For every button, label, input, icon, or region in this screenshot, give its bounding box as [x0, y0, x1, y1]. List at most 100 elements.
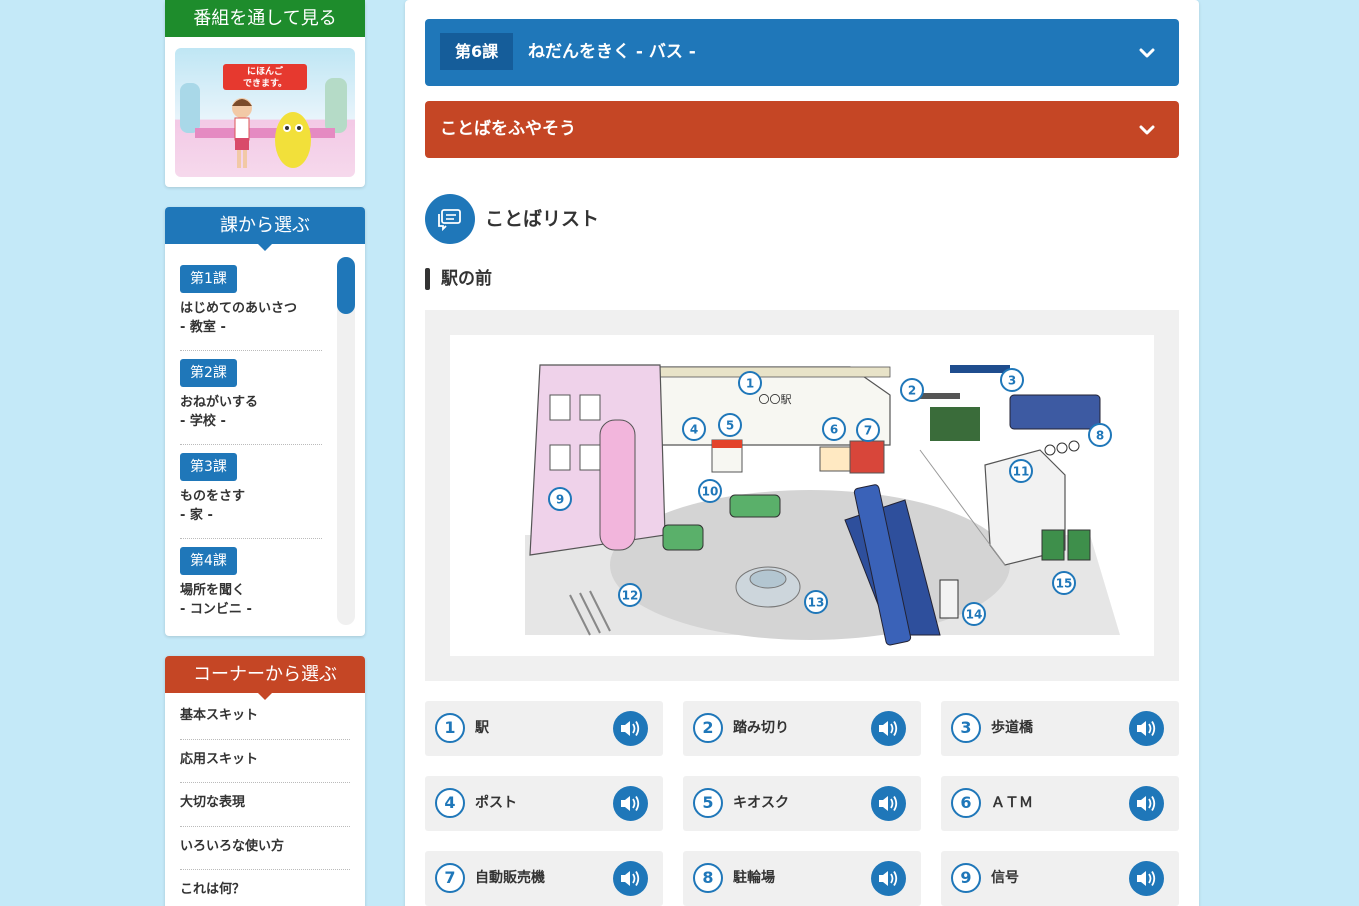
lesson-item-4[interactable]: 第4課 場所を聞く - コンビニ -	[180, 539, 322, 627]
station-illustration: 〇〇駅 1 2 3 4 5 6 7 8 9 10 11 12 13 14 15	[450, 335, 1154, 656]
word-number: 1	[435, 713, 465, 743]
speaker-icon[interactable]	[871, 786, 906, 821]
corner-list: 基本スキット 応用スキット 大切な表現 いろいろな使い方 これは何？	[180, 696, 350, 906]
words-accordion-title: ことばをふやそう	[440, 119, 576, 139]
word-label: ポスト	[475, 795, 517, 811]
svg-text:11: 11	[1013, 465, 1030, 479]
illustration-marker: 7	[856, 418, 880, 442]
svg-text:6: 6	[830, 423, 838, 437]
lesson-badge: 第1課	[180, 265, 237, 293]
speech-bubble-icon	[425, 194, 475, 244]
svg-text:9: 9	[556, 493, 564, 507]
lesson-title: はじめてのあいさつ	[180, 301, 298, 316]
lessons-card: 課から選ぶ 第1課 はじめてのあいさつ - 教室 - 第2課 おねがいする - …	[165, 207, 365, 636]
word-number: 4	[435, 788, 465, 818]
lessons-heading: 課から選ぶ	[165, 207, 365, 251]
illustration-marker: 14	[962, 602, 986, 626]
illustration-marker: 6	[822, 417, 846, 441]
lesson-item-1[interactable]: 第1課 はじめてのあいさつ - 教室 -	[180, 257, 322, 351]
scrollbar-thumb[interactable]	[337, 257, 355, 314]
svg-text:10: 10	[702, 485, 719, 499]
corner-item-basic-skit[interactable]: 基本スキット	[180, 696, 350, 740]
svg-text:12: 12	[622, 589, 639, 603]
corner-item-what-is-this[interactable]: これは何？	[180, 870, 350, 906]
svg-text:3: 3	[1008, 374, 1016, 388]
lesson-sub: - 教室 -	[180, 320, 226, 335]
scene-title: 駅の前	[441, 269, 492, 289]
word-card: 1 駅	[425, 701, 663, 756]
illustration-marker: 13	[804, 590, 828, 614]
word-card: 3 歩道橋	[941, 701, 1179, 756]
speaker-icon[interactable]	[871, 861, 906, 896]
word-number: 7	[435, 863, 465, 893]
speaker-icon[interactable]	[1129, 786, 1164, 821]
corner-item-usages[interactable]: いろいろな使い方	[180, 827, 350, 870]
word-label: 歩道橋	[991, 720, 1033, 736]
lesson-title: ものをさす	[180, 489, 246, 504]
corners-heading-label: コーナーから選ぶ	[193, 664, 337, 685]
lesson-accordion[interactable]: 第6課 ねだんをきく - バス -	[425, 19, 1179, 86]
word-card: 6 ＡＴＭ	[941, 776, 1179, 831]
word-number: 5	[693, 788, 723, 818]
corner-item-key-phrases[interactable]: 大切な表現	[180, 783, 350, 827]
svg-text:4: 4	[690, 423, 698, 437]
lesson-sub: - コンビニ -	[180, 602, 252, 617]
lesson-title: ねだんをきく - バス -	[528, 42, 696, 62]
word-number: 2	[693, 713, 723, 743]
speaker-icon[interactable]	[1129, 711, 1164, 746]
word-label: ＡＴＭ	[991, 795, 1033, 811]
lesson-sub: - 家 -	[180, 508, 213, 523]
lesson-item-2[interactable]: 第2課 おねがいする - 学校 -	[180, 351, 322, 445]
speaker-icon[interactable]	[613, 711, 648, 746]
word-card: 4 ポスト	[425, 776, 663, 831]
chevron-down-icon	[1139, 125, 1155, 134]
main-content: 第6課 ねだんをきく - バス - ことばをふやそう ことばリスト 駅の前 〇〇…	[405, 0, 1199, 906]
program-thumbnail[interactable]: にほんご できます。	[175, 48, 355, 177]
svg-text:14: 14	[966, 608, 983, 622]
speaker-icon[interactable]	[871, 711, 906, 746]
illustration-marker: 15	[1052, 571, 1076, 595]
word-card: 9 信号	[941, 851, 1179, 906]
word-label: 駅	[475, 720, 489, 736]
speaker-icon[interactable]	[613, 861, 648, 896]
word-number: 3	[951, 713, 981, 743]
speaker-icon[interactable]	[1129, 861, 1164, 896]
lesson-title: 場所を聞く	[180, 583, 246, 598]
svg-text:5: 5	[726, 419, 734, 433]
heading-marker	[425, 268, 430, 290]
illustration-marker: 8	[1088, 423, 1112, 447]
word-card: 7 自動販売機	[425, 851, 663, 906]
word-card: 2 踏み切り	[683, 701, 921, 756]
svg-text:7: 7	[864, 424, 872, 438]
program-heading[interactable]: 番組を通して見る	[165, 0, 365, 37]
lessons-heading-label: 課から選ぶ	[220, 215, 310, 236]
word-label: 自動販売機	[475, 870, 545, 886]
lesson-title: おねがいする	[180, 395, 259, 410]
lesson-badge: 第2課	[180, 359, 237, 387]
words-accordion[interactable]: ことばをふやそう	[425, 101, 1179, 158]
word-number: 8	[693, 863, 723, 893]
corner-item-applied-skit[interactable]: 応用スキット	[180, 740, 350, 783]
lesson-number-badge: 第6課	[440, 33, 514, 70]
station-sign: 〇〇駅	[759, 393, 792, 406]
svg-text:8: 8	[1096, 429, 1104, 443]
word-card: 5 キオスク	[683, 776, 921, 831]
word-number: 6	[951, 788, 981, 818]
illustration-marker: 5	[718, 413, 742, 437]
illustration-marker: 4	[682, 417, 706, 441]
lesson-list: 第1課 はじめてのあいさつ - 教室 - 第2課 おねがいする - 学校 - 第…	[180, 257, 322, 627]
section-title: ことばリスト	[485, 208, 600, 230]
word-card: 8 駐輪場	[683, 851, 921, 906]
illustration-marker: 2	[900, 378, 924, 402]
lesson-scrollbar[interactable]	[337, 257, 355, 625]
speaker-icon[interactable]	[613, 786, 648, 821]
illustration-marker: 10	[698, 479, 722, 503]
word-label: 信号	[991, 870, 1019, 886]
lesson-sub: - 学校 -	[180, 414, 226, 429]
illustration-marker: 3	[1000, 368, 1024, 392]
illustration-marker: 11	[1009, 459, 1033, 483]
lesson-item-3[interactable]: 第3課 ものをさす - 家 -	[180, 445, 322, 539]
svg-text:2: 2	[908, 384, 916, 398]
word-label: 駐輪場	[733, 870, 775, 886]
illustration-marker: 9	[548, 487, 572, 511]
